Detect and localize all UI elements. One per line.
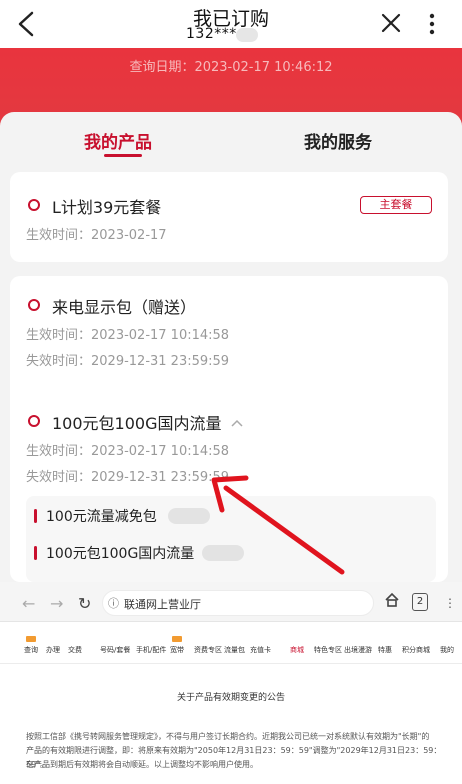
main-plan-badge: 主套餐 [360, 196, 432, 214]
masked-value [202, 545, 244, 561]
phone-number: 132*** [186, 26, 237, 42]
masked-value [168, 508, 210, 524]
menu-item[interactable]: 手机/配件 [136, 645, 166, 655]
menu-item[interactable]: 办理 [46, 645, 60, 655]
chevron-up-icon[interactable] [230, 418, 244, 428]
product-name[interactable]: 100元包100G国内流量 [52, 410, 221, 434]
menu-item[interactable]: 宽带 [170, 645, 184, 655]
forward-nav-icon[interactable]: → [50, 594, 63, 613]
hot-tag-icon [26, 636, 36, 642]
back-nav-icon[interactable]: ← [22, 594, 35, 613]
product-name: L计划39元套餐 [52, 198, 162, 217]
menu-item[interactable]: 我的 [440, 645, 454, 655]
more-options-icon[interactable] [428, 12, 436, 36]
menu-item[interactable]: 出境漫游 [344, 645, 372, 655]
expiry-time: 失效时间：2029-12-31 23:59:59 [26, 470, 230, 485]
menu-item[interactable]: 查询 [24, 645, 38, 655]
expiry-time: 失效时间：2029-12-31 23:59:59 [26, 354, 230, 369]
menu-item[interactable]: 特色专区 [314, 645, 342, 655]
notice-line: 在产品到期后有效期将会自动顺延。以上调整均不影响用户使用。 [26, 760, 258, 769]
home-icon[interactable] [384, 592, 400, 608]
browser-menu-icon[interactable]: ⋮ [444, 596, 456, 610]
effective-time: 生效时间：2023-02-17 10:14:58 [26, 444, 230, 459]
bullet-icon [28, 299, 40, 311]
active-tab-indicator [104, 154, 142, 157]
close-icon[interactable] [380, 12, 402, 34]
menu-item[interactable]: 号码/套餐 [100, 645, 130, 655]
query-date: 查询日期：2023-02-17 10:46:12 [129, 60, 333, 75]
tab-count-button[interactable]: 2 [412, 593, 428, 611]
masked-digits [236, 28, 258, 42]
tab-my-products[interactable]: 我的产品 [84, 128, 152, 153]
menu-item[interactable]: 流量包 [224, 645, 245, 655]
notice-line: 按照工信部《携号转网服务管理规定》，不得与用户签订长期合约。近期我公司已统一对系… [26, 732, 430, 741]
menu-item[interactable]: 资费专区 [194, 645, 222, 655]
url-text: 联通网上营业厅 [124, 598, 201, 611]
effective-time: 生效时间：2023-02-17 [26, 228, 167, 243]
bullet-icon [28, 415, 40, 427]
menu-item[interactable]: 充值卡 [250, 645, 271, 655]
menu-item[interactable]: 特惠 [378, 645, 392, 655]
hot-tag-icon [172, 636, 182, 642]
info-icon[interactable]: ⓘ [108, 595, 119, 611]
sub-item: 100元包100G国内流量 [46, 546, 195, 562]
notice-title: 关于产品有效期变更的公告 [176, 693, 285, 703]
product-name[interactable]: 来电显示包（赠送） [52, 294, 196, 318]
sub-item: 100元流量减免包 [46, 509, 157, 525]
sub-item-marker [34, 546, 37, 560]
sub-item-marker [34, 509, 37, 523]
menu-item[interactable]: 交费 [68, 645, 82, 655]
menu-item[interactable]: 商城 [290, 645, 304, 655]
effective-time: 生效时间：2023-02-17 10:14:58 [26, 328, 230, 343]
tab-my-services[interactable]: 我的服务 [304, 128, 372, 153]
menu-item[interactable]: 积分商城 [402, 645, 430, 655]
refresh-icon[interactable]: ↻ [78, 594, 91, 613]
bullet-icon [28, 199, 40, 211]
